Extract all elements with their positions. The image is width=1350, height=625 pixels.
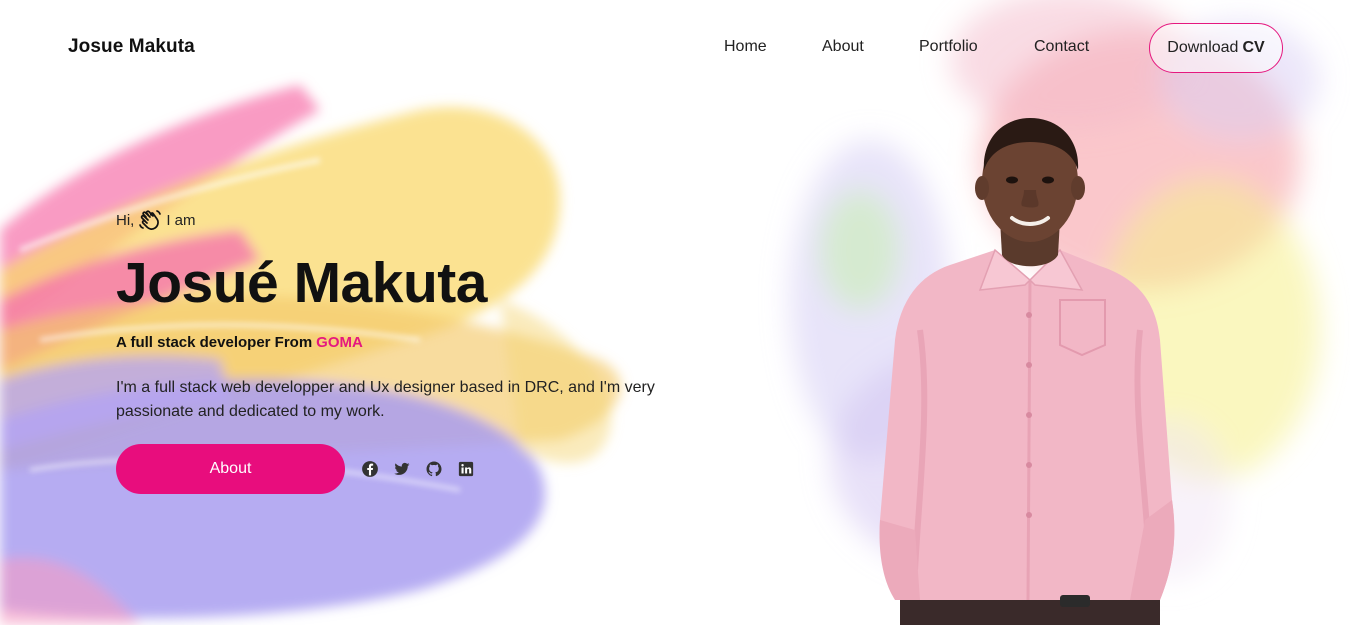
site-header: Josue Makuta Home About Portfolio Contac…: [0, 0, 1350, 96]
download-cv-label: Download: [1167, 39, 1239, 56]
tagline-city: GOMA: [316, 334, 363, 351]
linkedin-icon[interactable]: [457, 460, 475, 478]
github-icon[interactable]: [425, 460, 443, 478]
profile-portrait: [879, 118, 1175, 625]
tagline-prefix: A full stack developer From: [116, 334, 313, 351]
hero-name: Josué Makuta: [116, 251, 487, 315]
twitter-icon[interactable]: [393, 460, 411, 478]
waving-hand-icon: [139, 210, 162, 230]
hero-description: I'm a full stack web developper and Ux d…: [116, 379, 655, 420]
about-button[interactable]: About: [116, 444, 345, 494]
nav-about[interactable]: About: [822, 38, 864, 56]
facebook-icon[interactable]: [361, 460, 379, 478]
social-links: [361, 460, 475, 478]
greeting-hi: Hi,: [116, 211, 135, 229]
tagline: A full stack developer From GOMA: [116, 334, 363, 351]
nav-home[interactable]: Home: [724, 38, 767, 56]
greeting: Hi, I am: [116, 208, 196, 232]
site-logo[interactable]: Josue Makuta: [68, 36, 195, 58]
nav-portfolio[interactable]: Portfolio: [919, 38, 978, 56]
greeting-i-am: I am: [166, 211, 196, 229]
download-cv-bold: CV: [1242, 39, 1265, 56]
nav-contact[interactable]: Contact: [1034, 38, 1089, 56]
download-cv-button[interactable]: Download CV: [1149, 23, 1283, 73]
